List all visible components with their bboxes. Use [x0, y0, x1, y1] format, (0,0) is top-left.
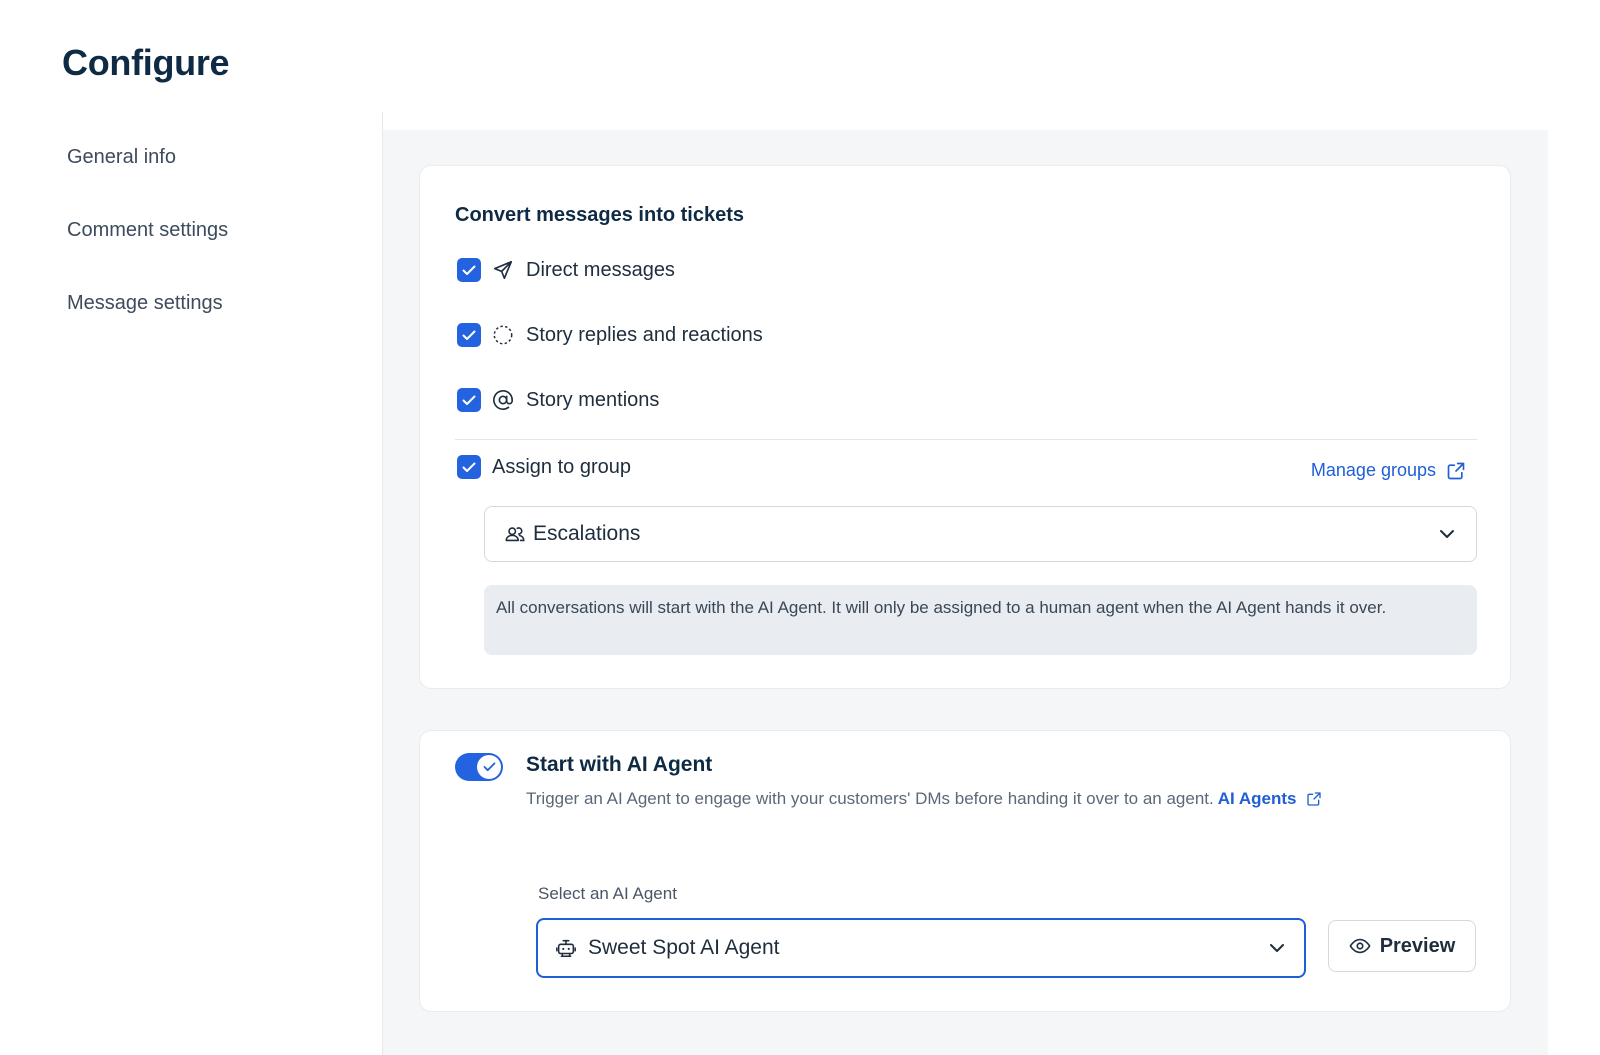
- section-divider: [455, 439, 1477, 440]
- convert-messages-card: Convert messages into tickets Direct mes…: [419, 165, 1511, 689]
- sidebar-item-comment-settings[interactable]: Comment settings: [67, 213, 367, 247]
- at-sign-icon: [491, 388, 515, 412]
- sidebar-item-message-settings[interactable]: Message settings: [67, 286, 367, 320]
- assign-to-group-checkbox[interactable]: [457, 455, 481, 479]
- option-story-replies: Story replies and reactions: [457, 320, 763, 350]
- convert-section-title: Convert messages into tickets: [455, 204, 744, 226]
- content-top-strip: [383, 112, 1549, 130]
- direct-messages-checkbox[interactable]: [457, 258, 481, 282]
- manage-groups-link[interactable]: Manage groups: [1311, 460, 1466, 481]
- manage-groups-label: Manage groups: [1310, 460, 1436, 480]
- ai-agents-link-label: AI Agents: [1217, 789, 1297, 808]
- preview-button[interactable]: Preview: [1328, 920, 1476, 972]
- ai-agent-select-label: Select an AI Agent: [538, 884, 677, 903]
- eye-icon: [1349, 938, 1371, 954]
- ai-agent-title: Start with AI Agent: [526, 753, 713, 776]
- assign-to-group-label: Assign to group: [492, 455, 631, 478]
- group-icon: [503, 522, 527, 546]
- send-icon: [491, 258, 515, 282]
- ai-agent-select[interactable]: Sweet Spot AI Agent: [536, 918, 1306, 978]
- group-select-value: Escalations: [533, 522, 641, 545]
- settings-content: Convert messages into tickets Direct mes…: [382, 112, 1549, 1055]
- chevron-down-icon: [1266, 937, 1288, 959]
- direct-messages-label: Direct messages: [526, 258, 675, 281]
- external-link-icon: [1307, 792, 1322, 806]
- ai-agent-toggle[interactable]: [455, 753, 503, 781]
- sidebar-item-general-info[interactable]: General info: [67, 140, 367, 174]
- story-replies-label: Story replies and reactions: [526, 323, 763, 346]
- ai-assignment-info: All conversations will start with the AI…: [484, 585, 1477, 655]
- ai-agent-description-row: Trigger an AI Agent to engage with your …: [526, 789, 1322, 809]
- story-mentions-label: Story mentions: [526, 388, 660, 411]
- robot-icon: [554, 936, 578, 960]
- group-select[interactable]: Escalations: [484, 506, 1477, 562]
- chevron-down-icon: [1436, 523, 1458, 545]
- toggle-check-icon: [477, 755, 501, 779]
- story-replies-checkbox[interactable]: [457, 323, 481, 347]
- option-assign-to-group: Assign to group: [457, 452, 631, 482]
- dashed-circle-icon: [491, 323, 515, 347]
- option-direct-messages: Direct messages: [457, 255, 675, 285]
- ai-agents-link[interactable]: AI Agents: [1218, 789, 1323, 809]
- page-title: Configure: [62, 42, 230, 83]
- ai-agent-description: Trigger an AI Agent to engage with your …: [526, 789, 1214, 808]
- external-link-icon: [1447, 462, 1465, 479]
- story-mentions-checkbox[interactable]: [457, 388, 481, 412]
- ai-agent-select-value: Sweet Spot AI Agent: [588, 936, 780, 959]
- option-story-mentions: Story mentions: [457, 385, 659, 415]
- settings-sidebar: General info Comment settings Message se…: [67, 140, 367, 359]
- ai-agent-card: Start with AI Agent Trigger an AI Agent …: [419, 730, 1511, 1012]
- preview-button-label: Preview: [1379, 934, 1456, 957]
